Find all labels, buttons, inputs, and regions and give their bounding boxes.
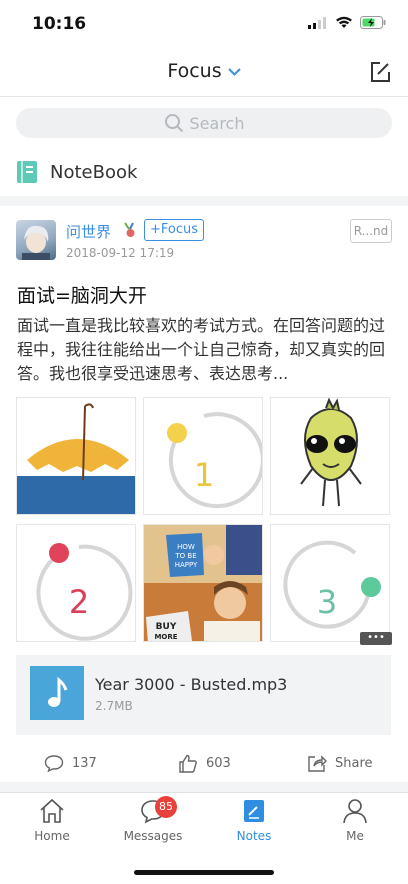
nav-divider [0,96,408,97]
comment-icon [44,755,64,772]
image-alien[interactable] [270,397,390,515]
audio-file-name: Year 3000 - Busted.mp3 [95,675,288,694]
post-date: 2018-09-12 17:19 [66,246,175,260]
search-placeholder: Search [189,113,245,133]
medal-icon [124,222,135,237]
status-time: 10:16 [32,14,87,34]
share-label: Share [335,755,373,771]
battery-icon [360,16,386,29]
person-icon [343,799,367,824]
notes-icon [244,800,264,822]
like-button[interactable]: 603 [178,754,231,773]
focus-button[interactable]: +Focus [144,219,205,241]
tab-me[interactable]: Me [325,798,385,843]
notebook-icon [17,161,37,183]
tab-home-label: Home [34,829,70,843]
more-images-indicator[interactable]: ••• [360,632,392,645]
status-icons [308,16,386,29]
messages-badge: 85 [155,796,177,818]
signal-icon [308,16,326,29]
like-count: 603 [206,756,231,771]
search-input[interactable]: Search [16,108,392,138]
book-text-2: TO BE [174,552,196,560]
avatar[interactable] [16,220,56,260]
notebook-label: NoteBook [50,161,138,183]
tab-home[interactable]: Home [22,798,82,843]
ribbon-button[interactable]: R...nd [350,219,392,243]
home-indicator [134,870,274,875]
share-icon [308,755,327,772]
comment-button[interactable]: 137 [44,754,97,772]
image-circle-3[interactable]: 3 [270,524,390,642]
music-note-icon [30,666,84,720]
sign-text-2: MORE [154,633,177,641]
share-button[interactable]: Share [307,754,373,772]
tab-notes-label: Notes [236,829,272,843]
image-umbrella[interactable] [16,397,136,515]
post-title[interactable]: 面试=脑洞大开 [17,281,147,308]
image-number-2: 2 [69,583,89,621]
image-circle-1[interactable]: 1 [143,397,263,515]
tab-me-label: Me [346,829,364,843]
chevron-down-icon [227,67,241,76]
post-body[interactable]: 面试一直是我比较喜欢的考试方式。在回答问题的过程中，我往往能给出一个让自己惊奇，… [17,314,393,386]
comment-count: 137 [72,755,97,771]
book-text-3: HAPPY [175,561,198,569]
wifi-icon [336,16,352,28]
notebook-row[interactable]: NoteBook [16,160,137,184]
section-divider [0,196,408,206]
tab-messages-label: Messages [123,829,183,843]
search-icon [164,114,183,133]
compose-icon[interactable] [368,60,392,84]
image-number-1: 1 [194,456,214,494]
nav-title: Focus [167,60,222,82]
nav-title-dropdown[interactable]: Focus [0,60,408,82]
image-circle-2[interactable]: 2 [16,524,136,642]
book-text-1: HOW [177,543,195,551]
home-icon [40,798,64,823]
author-name[interactable]: 问世界 [66,221,111,242]
image-number-3: 3 [317,583,337,621]
image-buy-more-cartoon[interactable]: HOW TO BE HAPPY BUY MORE [143,524,263,642]
feed-divider [0,782,408,792]
sign-text-1: BUY [156,622,177,632]
tab-notes[interactable]: Notes [224,798,284,843]
thumbs-up-icon [179,754,197,773]
audio-file-size: 2.7MB [95,699,133,713]
